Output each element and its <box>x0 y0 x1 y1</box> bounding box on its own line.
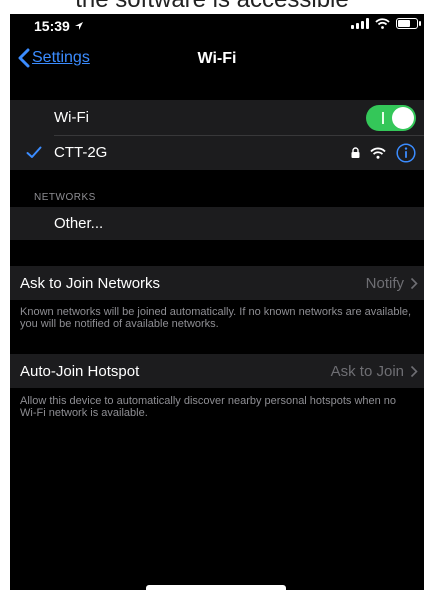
status-icons <box>351 18 421 29</box>
connected-network-name: CTT-2G <box>54 144 108 161</box>
networks-header: NETWORKS <box>34 192 96 203</box>
lock-icon <box>351 147 360 158</box>
wifi-toggle[interactable] <box>366 104 416 131</box>
wifi-group: Wi-Fi CTT-2G <box>10 100 424 170</box>
auto-join-group: Auto-Join Hotspot Ask to Join <box>10 354 424 388</box>
caption-text: the software is accessible <box>0 0 424 14</box>
other-network-label: Other... <box>54 215 104 232</box>
battery-icon <box>396 18 421 29</box>
ask-to-join-group: Ask to Join Networks Notify <box>10 266 424 300</box>
networks-group: Other... <box>10 207 424 240</box>
location-arrow-icon <box>74 22 83 30</box>
auto-join-row[interactable]: Auto-Join Hotspot Ask to Join <box>10 354 424 388</box>
page-title: Wi-Fi <box>197 50 237 67</box>
ask-to-join-description: Known networks will be joined automatica… <box>20 306 412 330</box>
ask-to-join-row[interactable]: Ask to Join Networks Notify <box>10 266 424 300</box>
wifi-signal-icon <box>370 147 386 159</box>
connected-network-row[interactable]: CTT-2G <box>10 135 424 170</box>
nav-bar: Settings Wi-Fi <box>10 44 424 76</box>
auto-join-label: Auto-Join Hotspot <box>20 362 140 380</box>
info-icon[interactable] <box>396 142 416 163</box>
other-network-row[interactable]: Other... <box>10 207 424 240</box>
wifi-toggle-row: Wi-Fi <box>10 100 424 135</box>
checkmark-icon <box>26 146 42 158</box>
ask-to-join-label: Ask to Join Networks <box>20 274 161 292</box>
signal-icon <box>351 18 369 29</box>
phone-screen: 15:39 Settings Wi-Fi Wi-Fi CTT-2G NETWOR… <box>10 14 424 590</box>
wifi-label: Wi-Fi <box>54 109 89 126</box>
ask-to-join-value: Notify <box>365 274 404 292</box>
home-indicator[interactable] <box>146 585 286 590</box>
status-time: 15:39 <box>34 18 84 34</box>
auto-join-description: Allow this device to automatically disco… <box>20 395 397 419</box>
chevron-right-icon <box>410 365 418 377</box>
chevron-right-icon <box>410 277 418 289</box>
auto-join-value: Ask to Join <box>330 362 404 380</box>
wifi-icon <box>375 18 390 29</box>
status-time-text: 15:39 <box>34 18 70 34</box>
